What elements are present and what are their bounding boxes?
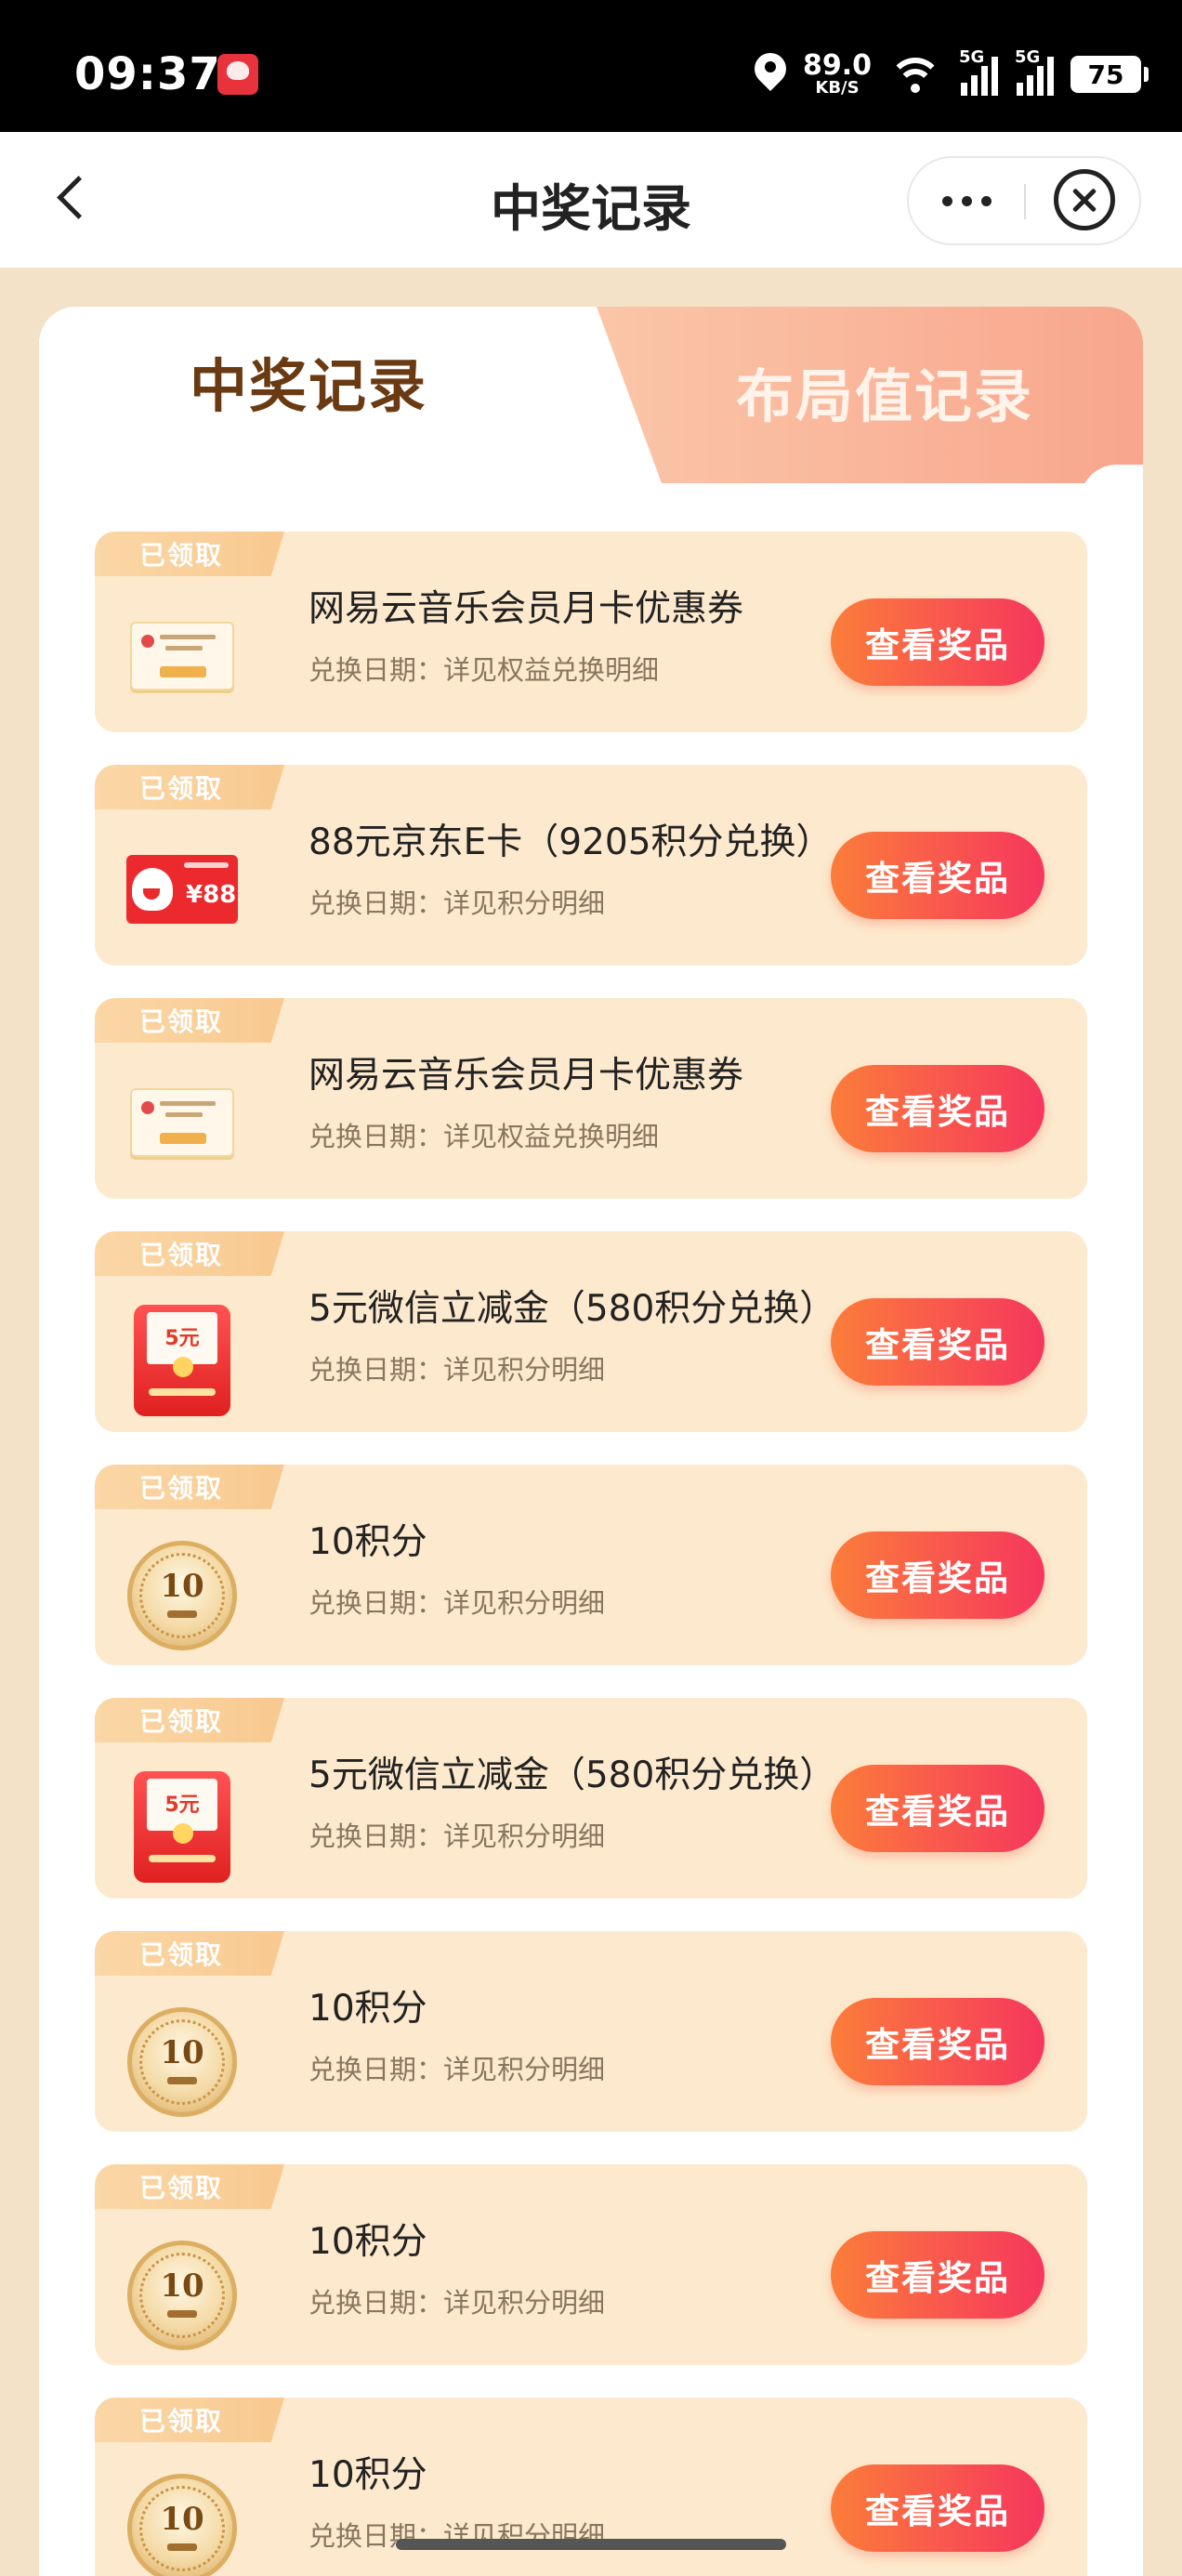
prize-item: 已领取 网易云音乐会员月卡优惠券 兑换日期：详见权益兑换明细 查看奖品 — [95, 998, 1087, 1199]
view-prize-button[interactable]: 查看奖品 — [831, 1065, 1044, 1152]
coupon-icon — [126, 1078, 238, 1167]
prize-title: 88元京东E卡（9205积分兑换） — [309, 821, 833, 863]
prize-item: 已领取 10 10积分 兑换日期：详见积分明细 查看奖品 — [95, 1465, 1087, 1665]
coin-value: 10 — [160, 1568, 204, 1605]
status-badge-label: 已领取 — [138, 1473, 223, 1504]
view-prize-button[interactable]: 查看奖品 — [831, 1998, 1044, 2085]
home-indicator[interactable] — [396, 2539, 786, 2550]
status-badge: 已领取 — [95, 1931, 284, 1976]
status-badge-label: 已领取 — [138, 1006, 223, 1037]
status-time: 09:37 — [74, 48, 221, 100]
prize-title: 网易云音乐会员月卡优惠券 — [309, 588, 744, 630]
network-speed: 89.0 KB/S — [803, 52, 872, 97]
prize-item: 已领取 5元 5元微信立减金（580积分兑换） 兑换日期：详见积分明细 查看奖品 — [95, 1698, 1087, 1899]
prize-item: 已领取 ¥88 88元京东E卡（9205积分兑换） 兑换日期：详见积分明细 查看… — [95, 765, 1087, 966]
prize-title: 10积分 — [309, 1988, 427, 2030]
mini-program-capsule — [907, 156, 1141, 245]
status-badge: 已领取 — [95, 998, 284, 1043]
prize-subtitle: 兑换日期：详见积分明细 — [309, 887, 606, 919]
prize-title: 10积分 — [309, 2454, 427, 2496]
jd-card-icon: ¥88 — [126, 845, 238, 934]
status-badge: 已领取 — [95, 1465, 284, 1509]
tab-layout-records-label: 布局值记录 — [736, 362, 1034, 430]
app-notification-icon — [217, 54, 258, 95]
signal-label: 5G — [1015, 47, 1041, 67]
status-badge-label: 已领取 — [138, 540, 223, 571]
points-coin-icon: 10 — [126, 2474, 238, 2576]
nav-bar: 中奖记录 — [0, 132, 1182, 268]
tab-layout-records[interactable]: 布局值记录 — [597, 307, 1143, 483]
wifi-icon — [888, 54, 942, 95]
coupon-icon — [126, 611, 238, 701]
status-badge: 已领取 — [95, 2164, 284, 2209]
capsule-divider — [1024, 184, 1026, 219]
tab-winning-records-label: 中奖记录 — [189, 352, 427, 420]
prize-subtitle: 兑换日期：详见积分明细 — [309, 2287, 606, 2319]
location-icon — [755, 53, 786, 96]
more-button[interactable] — [909, 158, 1024, 243]
signal-label: 5G — [959, 47, 985, 67]
view-prize-button[interactable]: 查看奖品 — [831, 832, 1044, 919]
tab-winning-records[interactable]: 中奖记录 — [39, 307, 578, 474]
prize-list: 已领取 网易云音乐会员月卡优惠券 兑换日期：详见权益兑换明细 查看奖品 已领取 … — [95, 532, 1087, 2576]
signal-icon: 5G — [959, 47, 998, 96]
status-badge-label: 已领取 — [138, 773, 223, 804]
prize-subtitle: 兑换日期：详见权益兑换明细 — [309, 1121, 660, 1152]
points-coin-icon: 10 — [126, 1541, 238, 1650]
prize-title: 网易云音乐会员月卡优惠券 — [309, 1055, 744, 1097]
prize-title: 10积分 — [309, 2221, 427, 2263]
prize-subtitle: 兑换日期：详见积分明细 — [309, 1820, 606, 1852]
jd-card-value: ¥88 — [186, 881, 237, 909]
prize-item: 已领取 网易云音乐会员月卡优惠券 兑换日期：详见权益兑换明细 查看奖品 — [95, 532, 1087, 732]
prize-subtitle: 兑换日期：详见积分明细 — [309, 1587, 606, 1619]
view-prize-button[interactable]: 查看奖品 — [831, 2464, 1044, 2552]
battery-icon: 75 — [1070, 56, 1149, 93]
status-badge-label: 已领取 — [138, 1939, 223, 1970]
network-speed-unit: KB/S — [815, 78, 860, 98]
view-prize-button[interactable]: 查看奖品 — [831, 1765, 1044, 1852]
status-badge: 已领取 — [95, 765, 284, 809]
prize-subtitle: 兑换日期：详见积分明细 — [309, 1354, 606, 1386]
status-badge-label: 已领取 — [138, 2173, 223, 2203]
view-prize-button[interactable]: 查看奖品 — [831, 598, 1044, 686]
status-badge: 已领取 — [95, 532, 284, 576]
view-prize-button[interactable]: 查看奖品 — [831, 2231, 1044, 2319]
view-prize-button[interactable]: 查看奖品 — [831, 1298, 1044, 1386]
status-badge: 已领取 — [95, 2398, 284, 2442]
prize-item: 已领取 10 10积分 兑换日期：详见积分明细 查看奖品 — [95, 1931, 1087, 2132]
prize-title: 5元微信立减金（580积分兑换） — [309, 1288, 836, 1330]
points-coin-icon: 10 — [126, 2007, 238, 2117]
status-icons: 89.0 KB/S 5G 5G 75 — [755, 46, 1149, 102]
status-badge-label: 已领取 — [138, 1240, 223, 1270]
status-bar: 09:37 89.0 KB/S 5G 5G 75 — [0, 0, 1182, 132]
view-prize-button[interactable]: 查看奖品 — [831, 1531, 1044, 1619]
network-speed-value: 89.0 — [802, 49, 872, 82]
points-coin-icon: 10 — [126, 2241, 238, 2350]
coin-value: 10 — [160, 2267, 204, 2305]
coin-value: 10 — [160, 2034, 204, 2071]
records-panel: 布局值记录 中奖记录 已领取 网易云音乐会员月卡优惠券 兑换日期：详见权益兑换明… — [39, 307, 1143, 2576]
status-badge-label: 已领取 — [138, 2406, 223, 2437]
prize-title: 10积分 — [309, 1521, 427, 1563]
red-envelope-icon: 5元 — [126, 1771, 238, 1883]
prize-subtitle: 兑换日期：详见积分明细 — [309, 2054, 606, 2085]
status-badge: 已领取 — [95, 1698, 284, 1742]
prize-title: 5元微信立减金（580积分兑换） — [309, 1755, 836, 1796]
prize-item: 已领取 10 10积分 兑换日期：详见积分明细 查看奖品 — [95, 2164, 1087, 2365]
status-badge-label: 已领取 — [138, 1706, 223, 1737]
status-badge: 已领取 — [95, 1231, 284, 1276]
close-button[interactable] — [1054, 169, 1115, 230]
red-envelope-icon: 5元 — [126, 1305, 238, 1416]
coin-value: 10 — [160, 2501, 204, 2538]
signal-icon: 5G — [1015, 47, 1054, 96]
prize-item: 已领取 5元 5元微信立减金（580积分兑换） 兑换日期：详见积分明细 查看奖品 — [95, 1231, 1087, 1432]
prize-subtitle: 兑换日期：详见权益兑换明细 — [309, 654, 660, 686]
